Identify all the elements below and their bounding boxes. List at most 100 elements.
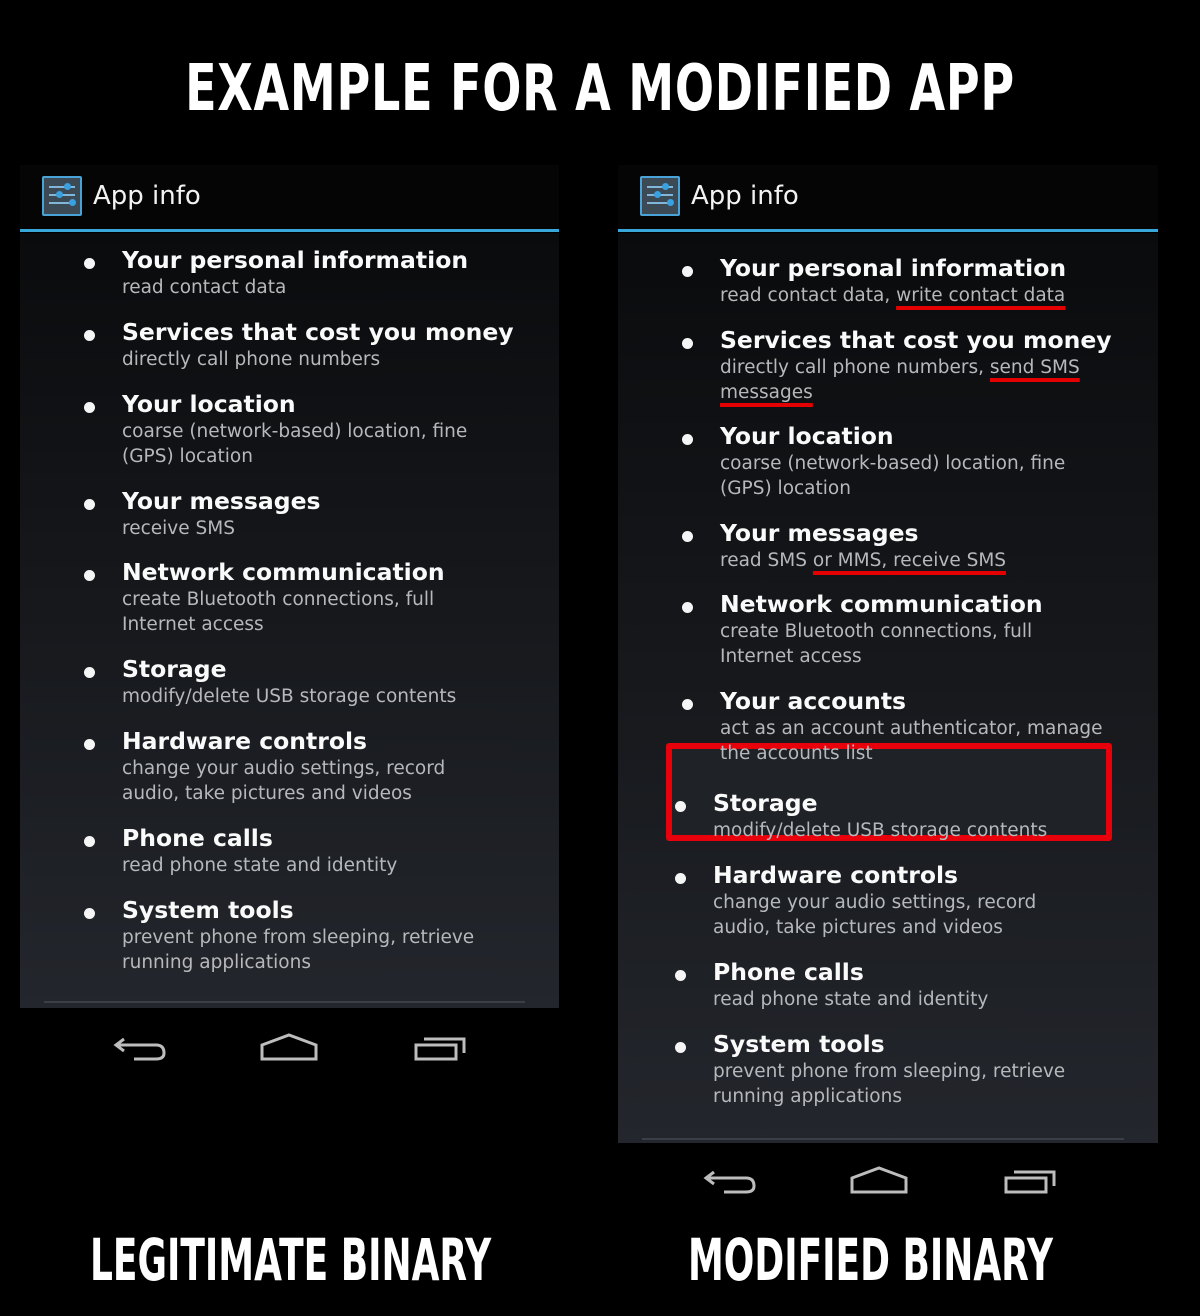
bullet-icon <box>675 970 686 981</box>
permission-description: create Bluetooth connections, full Inter… <box>720 619 1050 669</box>
permission-description: read contact data, write contact data <box>720 283 1180 308</box>
headline: EXAMPLE FOR A MODIFIED APP <box>185 52 1015 126</box>
description-text: prevent phone from sleeping, retrieve ru… <box>713 1061 1066 1107</box>
permission-list-container[interactable]: Your personal information read contact da… <box>20 233 559 1008</box>
permission-item: System tools prevent phone from sleeping,… <box>611 1029 1173 1109</box>
bullet-icon <box>84 667 95 678</box>
bullet-icon <box>675 801 686 812</box>
permission-description: directly call phone numbers <box>122 349 381 370</box>
permission-title: Network communication <box>720 590 1043 618</box>
action-bar-title: App info <box>93 181 201 211</box>
permission-description: modify/delete USB storage contents <box>122 686 457 707</box>
legitimate-app-screen: App info Your personal information read c… <box>20 165 559 1065</box>
permission-title: Your personal information <box>122 246 469 274</box>
permission-title: Storage <box>713 789 818 817</box>
permission-item: Your location coarse (network-based) loca… <box>20 389 562 469</box>
permission-title: Network communication <box>122 558 445 586</box>
permission-list-container[interactable]: Your personal information read contact da… <box>618 233 1158 1143</box>
permission-title: Services that cost you money <box>720 326 1112 354</box>
caption-legitimate-binary: LEGITIMATE BINARY <box>90 1226 492 1294</box>
recent-apps-icon[interactable] <box>406 1027 476 1077</box>
list-divider <box>44 1001 525 1003</box>
navigation-bar <box>20 1027 559 1087</box>
permission-title: Phone calls <box>122 824 273 852</box>
permission-description: prevent phone from sleeping, retrieve ru… <box>122 927 475 973</box>
description-text: coarse (network-based) location, fine (G… <box>720 453 1066 499</box>
home-icon[interactable] <box>844 1160 914 1210</box>
permission-title: Hardware controls <box>122 727 368 755</box>
permission-title: Storage <box>122 655 227 683</box>
description-text: read phone state and identity <box>713 989 989 1010</box>
permission-item: Your personal information read contact da… <box>618 253 1180 308</box>
permission-title: Your personal information <box>720 254 1067 282</box>
permission-description: read contact data <box>122 277 287 298</box>
permission-item: Storage modify/delete USB storage content… <box>20 654 562 709</box>
permission-title: Phone calls <box>713 958 864 986</box>
action-bar-divider <box>618 229 1158 232</box>
bullet-icon <box>84 836 95 847</box>
bullet-icon <box>682 699 693 710</box>
back-icon[interactable] <box>106 1027 176 1077</box>
permission-title: Your location <box>122 390 296 418</box>
description-text: directly call phone numbers, <box>720 357 990 378</box>
permission-description: change your audio settings, record audio… <box>713 890 1053 940</box>
permission-title: Services that cost you money <box>122 318 514 346</box>
caption-modified-binary: MODIFIED BINARY <box>688 1226 1053 1294</box>
permission-title: Your messages <box>720 519 919 547</box>
list-divider <box>642 1138 1124 1140</box>
permission-item: Hardware controls change your audio setti… <box>611 860 1173 940</box>
back-icon[interactable] <box>696 1160 766 1210</box>
permission-description: coarse (network-based) location, fine (G… <box>720 451 1080 501</box>
description-text: act as an account authenticator, manage … <box>720 718 1103 764</box>
permission-item-added: Your accounts act as an account authentic… <box>618 686 1180 766</box>
bullet-icon <box>84 908 95 919</box>
recent-apps-icon[interactable] <box>996 1160 1066 1210</box>
permission-description: directly call phone numbers, send SMS me… <box>720 355 1100 405</box>
permission-description: prevent phone from sleeping, retrieve ru… <box>713 1059 1073 1109</box>
bullet-icon <box>84 739 95 750</box>
permission-description: read phone state and identity <box>713 987 1173 1012</box>
permission-description: create Bluetooth connections, full Inter… <box>122 589 435 635</box>
permission-description: receive SMS <box>122 518 235 539</box>
action-bar: App info <box>20 165 559 232</box>
permission-description: read SMS or MMS, receive SMS <box>720 548 1180 573</box>
permission-title: System tools <box>122 896 294 924</box>
bullet-icon <box>682 266 693 277</box>
permission-item: Network communication create Bluetooth co… <box>618 589 1180 669</box>
permission-item: Phone calls read phone state and identity <box>611 957 1173 1012</box>
permission-item: Network communication create Bluetooth co… <box>20 557 562 637</box>
permission-description: act as an account authenticator, manage … <box>720 716 1110 766</box>
navigation-bar <box>618 1160 1158 1220</box>
permission-description: change your audio settings, record audio… <box>122 758 446 804</box>
permission-item: Your location coarse (network-based) loca… <box>618 421 1180 501</box>
bullet-icon <box>682 434 693 445</box>
permission-item: System tools prevent phone from sleeping,… <box>20 895 562 975</box>
action-bar-divider <box>20 229 559 232</box>
permission-title: System tools <box>713 1030 885 1058</box>
permission-item: Services that cost you money directly cal… <box>618 325 1180 405</box>
permission-item: Phone calls read phone state and identity <box>20 823 562 878</box>
added-permission-underline: or MMS, receive SMS <box>812 550 1007 571</box>
bullet-icon <box>84 570 95 581</box>
permission-item: Your personal information read contact da… <box>20 245 562 300</box>
bullet-icon <box>682 602 693 613</box>
bullet-icon <box>84 258 95 269</box>
home-icon[interactable] <box>254 1027 324 1077</box>
bullet-icon <box>84 402 95 413</box>
bullet-icon <box>682 338 693 349</box>
bullet-icon <box>675 1042 686 1053</box>
settings-sliders-icon[interactable] <box>640 176 680 216</box>
settings-sliders-icon[interactable] <box>42 176 82 216</box>
added-permission-underline: write contact data <box>896 285 1066 306</box>
modified-app-screen: App info Your personal information read c… <box>618 165 1158 1205</box>
permission-description: read phone state and identity <box>122 855 398 876</box>
permission-description: coarse (network-based) location, fine (G… <box>122 421 468 467</box>
description-text: read SMS <box>720 550 813 571</box>
bullet-icon <box>682 531 693 542</box>
permission-title: Your accounts <box>720 687 907 715</box>
description-text: modify/delete USB storage contents <box>713 820 1048 841</box>
permission-description: modify/delete USB storage contents <box>713 818 1173 843</box>
permission-item: Hardware controls change your audio setti… <box>20 726 562 806</box>
description-text: change your audio settings, record audio… <box>713 892 1037 938</box>
permission-item: Storage modify/delete USB storage content… <box>611 788 1173 843</box>
